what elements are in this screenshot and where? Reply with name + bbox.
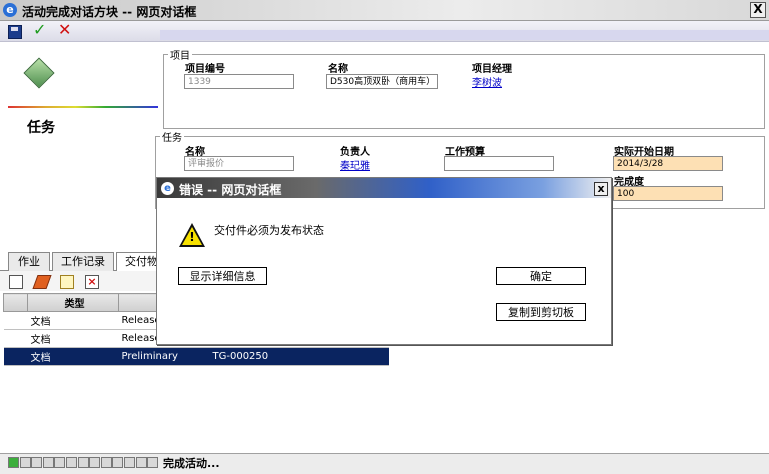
attachment-toolbar (0, 271, 160, 291)
task-owner-link[interactable]: 秦玘雅 (340, 157, 370, 172)
task-progress-field[interactable]: 100 (613, 186, 723, 201)
progress-cell (77, 457, 89, 468)
progress-cell (89, 457, 101, 468)
window-titlebar: e 活动完成对话方块 -- 网页对话框 X (0, 0, 769, 21)
table-row-selected[interactable]: 文档 Preliminary TG-000250 (3, 347, 389, 366)
dialog-titlebar: e 错误 -- 网页对话框 (157, 178, 611, 198)
progress-cell (66, 457, 77, 468)
progress-cell (147, 457, 159, 468)
type-col-header[interactable]: 类型 (27, 293, 119, 312)
row-select-cell[interactable] (3, 329, 28, 348)
dialog-close-button[interactable]: x (594, 182, 608, 196)
project-number-field[interactable]: 1339 (184, 74, 294, 89)
tab-work-log[interactable]: 工作记录 (52, 252, 114, 271)
toolbar-band (160, 30, 769, 40)
ie-icon: e (3, 3, 17, 17)
progress-cell (112, 457, 124, 468)
progress-cell (124, 457, 135, 468)
task-owner-label: 负责人 (340, 147, 370, 158)
ok-button[interactable]: 确定 (496, 267, 586, 285)
dialog-title: 错误 -- 网页对话框 (179, 183, 282, 197)
select-col-header (3, 293, 28, 312)
progress-cell (8, 457, 19, 468)
project-manager-link[interactable]: 李树波 (472, 74, 502, 89)
task-diamond-icon (23, 57, 55, 89)
task-budget-field[interactable] (444, 156, 554, 171)
cancel-icon[interactable]: ✕ (58, 20, 71, 39)
project-name-field[interactable]: D530高顶双卧（商用车） (326, 74, 438, 89)
rainbow-divider (8, 106, 158, 108)
delete-doc-icon[interactable]: × (85, 275, 99, 289)
window-title: 活动完成对话方块 -- 网页对话框 (22, 5, 197, 19)
warning-mark: ! (189, 230, 195, 244)
view-doc-icon[interactable] (9, 275, 23, 289)
checkmark-icon[interactable]: ✓ (33, 20, 46, 39)
project-manager-label: 项目经理 (472, 64, 512, 75)
status-cell: Preliminary (118, 347, 210, 366)
page-title: 任务 (27, 120, 55, 136)
status-text: 完成活动... (163, 457, 220, 470)
progress-cell (100, 457, 112, 468)
show-details-button[interactable]: 显示详细信息 (178, 267, 267, 285)
progress-cell (19, 457, 31, 468)
tab-work[interactable]: 作业 (8, 252, 50, 271)
new-doc-icon[interactable] (60, 275, 74, 289)
progress-cell (54, 457, 66, 468)
progress-cell (31, 457, 43, 468)
ie-icon: e (161, 182, 174, 195)
task-name-field[interactable]: 评审报价 (184, 156, 294, 171)
error-message: 交付件必须为发布状态 (214, 224, 324, 237)
type-cell: 文档 (27, 347, 119, 366)
project-name-label: 名称 (328, 64, 348, 75)
type-cell: 文档 (27, 311, 119, 330)
save-icon[interactable] (8, 25, 22, 39)
task-legend: 任务 (162, 133, 182, 144)
row-select-cell[interactable] (3, 347, 28, 366)
project-number-label: 项目编号 (185, 64, 225, 75)
progress-cell (135, 457, 147, 468)
task-start-field[interactable]: 2014/3/28 (613, 156, 723, 171)
id-cell: TG-000250 (209, 347, 389, 366)
type-cell: 文档 (27, 329, 119, 348)
copy-to-clipboard-button[interactable]: 复制到剪切板 (496, 303, 586, 321)
error-dialog: e 错误 -- 网页对话框 x ! 交付件必须为发布状态 显示详细信息 确定 复… (156, 177, 612, 345)
row-select-cell[interactable] (3, 311, 28, 330)
window-close-button[interactable]: X (750, 2, 766, 18)
progress-cell (42, 457, 54, 468)
